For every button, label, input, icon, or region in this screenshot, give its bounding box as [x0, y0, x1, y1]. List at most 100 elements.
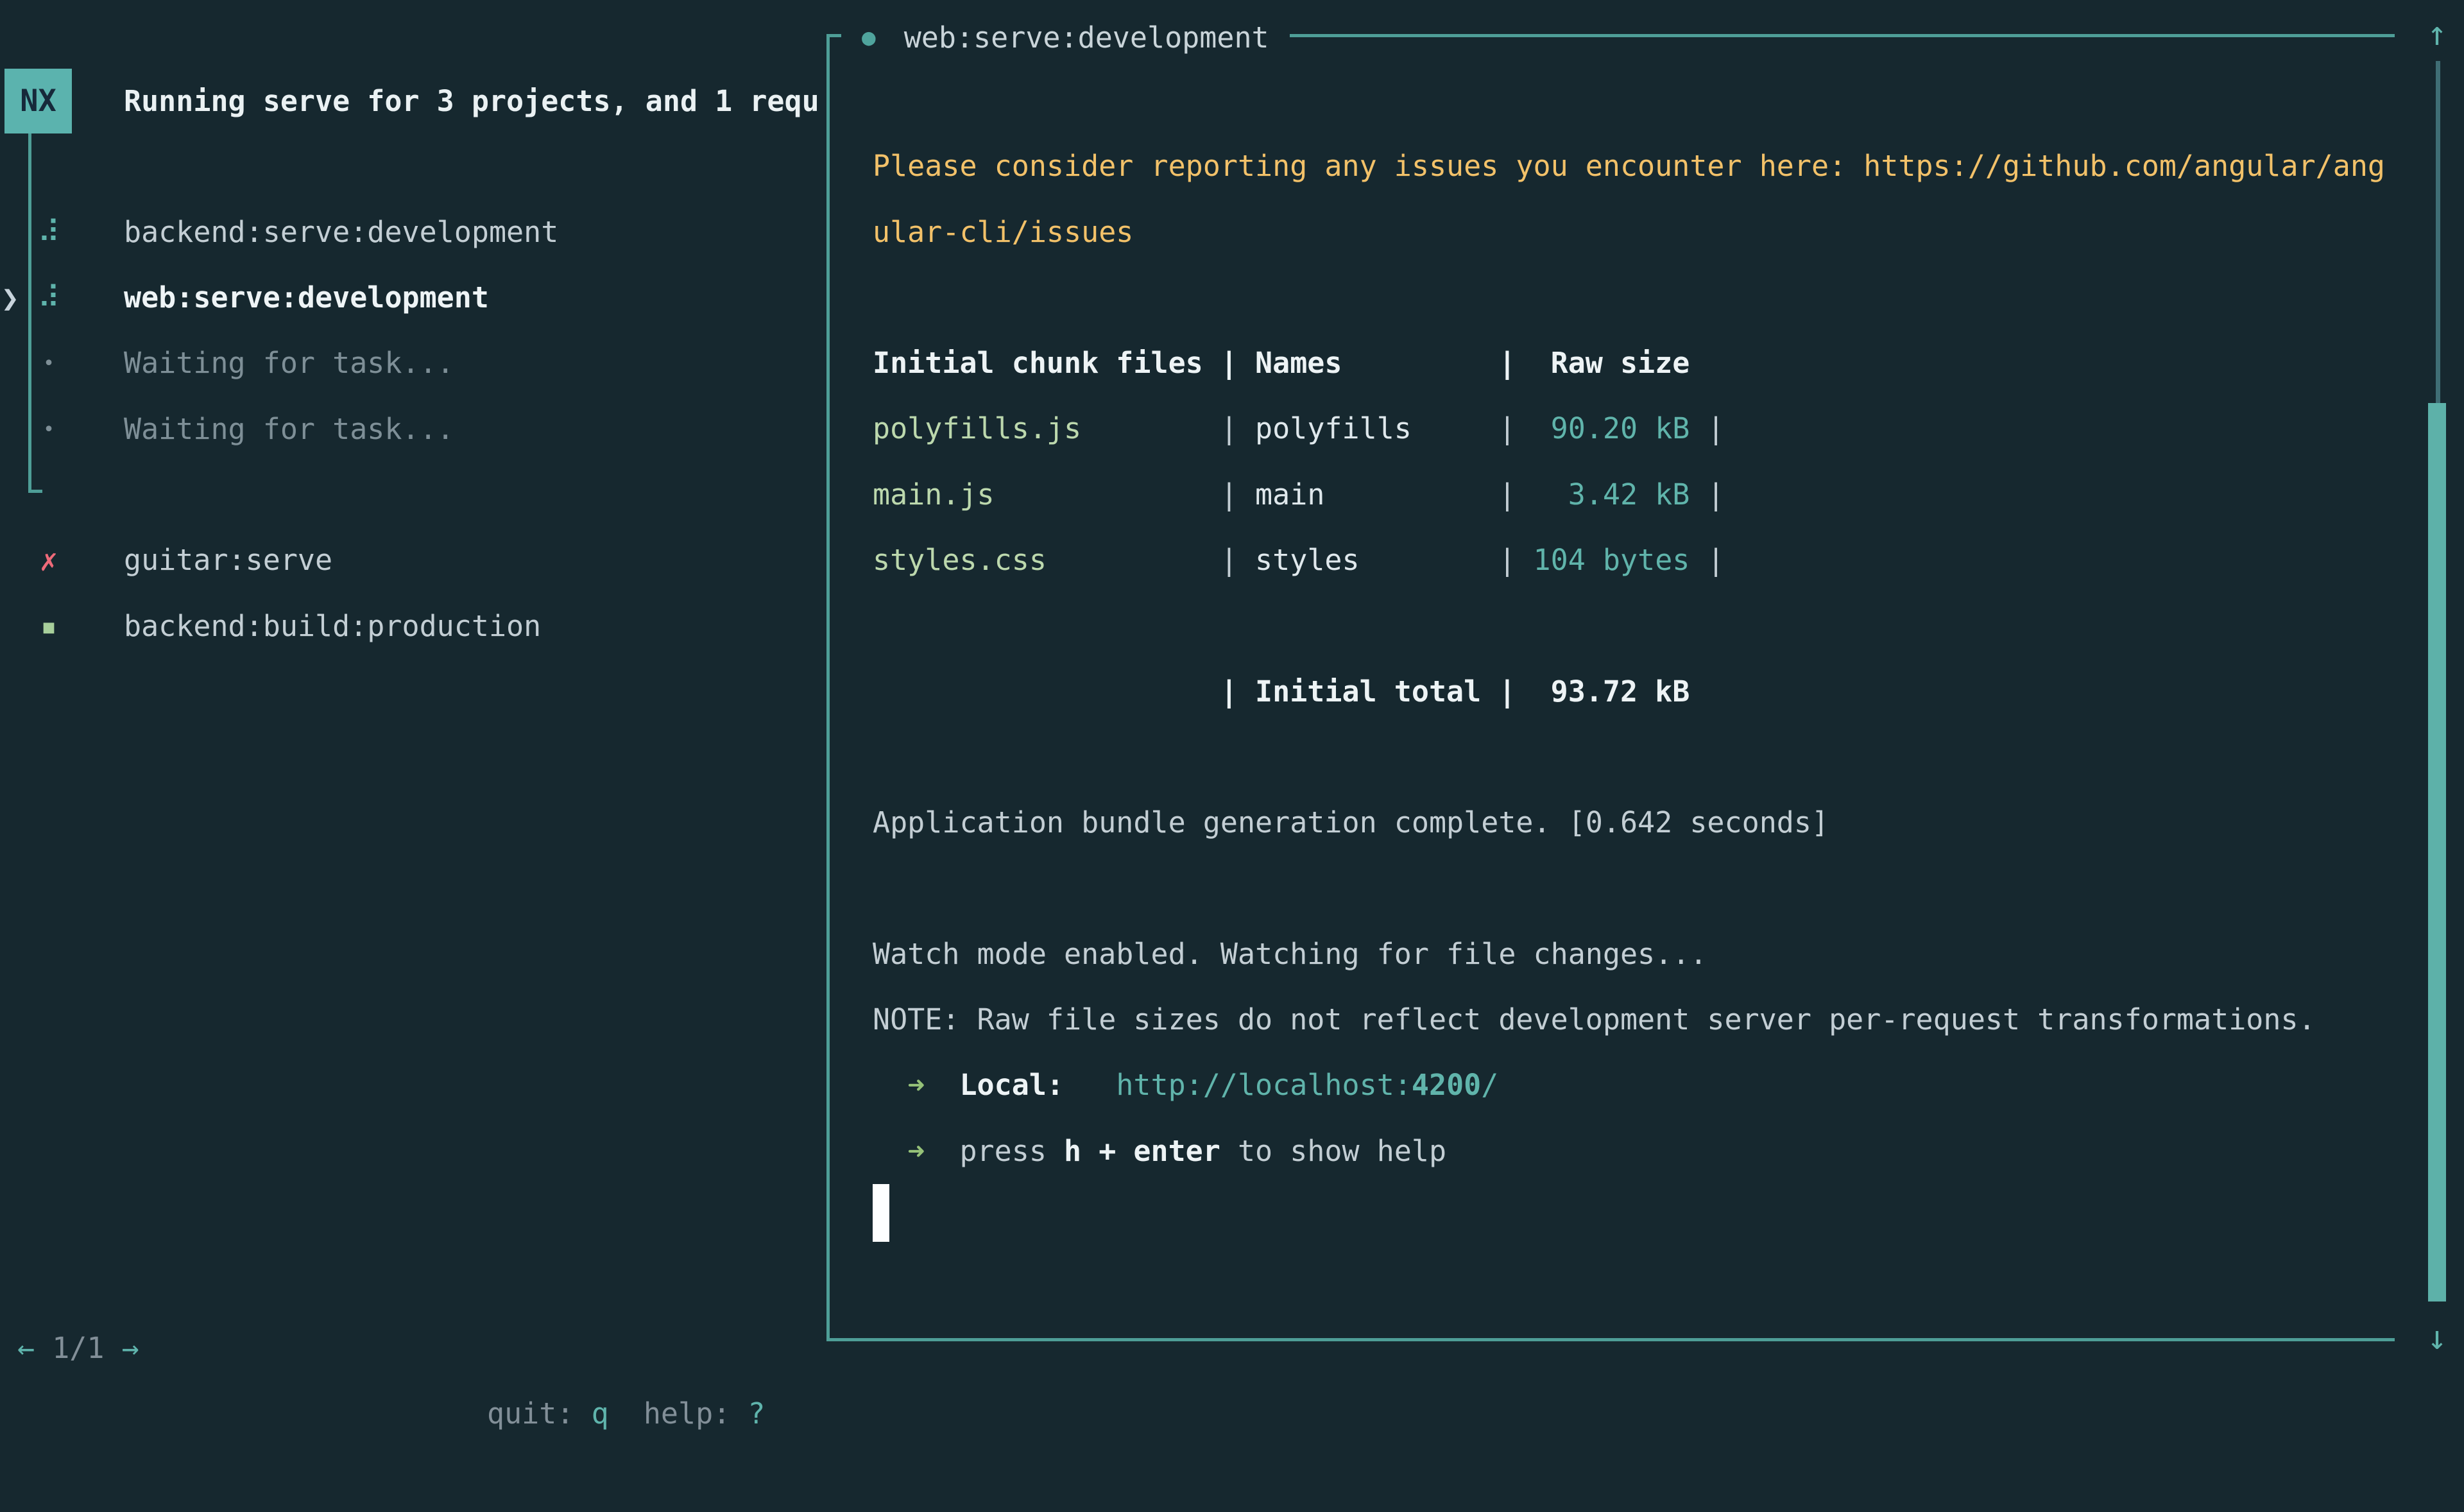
terminal-line	[873, 725, 2385, 790]
pager-next-icon[interactable]: →	[122, 1331, 139, 1365]
task-row-waiting-1[interactable]: • Waiting for task...	[0, 331, 826, 396]
terminal-line: Application bundle generation complete. …	[873, 790, 2385, 855]
terminal-line: Please consider reporting any issues you…	[873, 133, 2385, 199]
sidebar-footer: ← 1/1 → quit: q help: ?	[0, 1250, 826, 1316]
terminal-line: Initial chunk files | Names | Raw size	[873, 331, 2385, 396]
task-label: Waiting for task...	[124, 397, 454, 462]
terminal-text: |	[1047, 543, 1255, 577]
terminal-text	[925, 1068, 959, 1102]
pager: ← 1/1 →	[17, 1316, 139, 1381]
task-row-guitar-serve[interactable]: ✗ guitar:serve	[0, 528, 826, 593]
task-row-backend-build[interactable]: ■ backend:build:production	[0, 594, 826, 659]
terminal-line	[873, 68, 2385, 133]
terminal-line: styles.css | styles | 104 bytes |	[873, 528, 2385, 593]
terminal-text	[1064, 1068, 1116, 1102]
terminal-text: ular-cli/issues	[873, 215, 1133, 249]
terminal-text: main.js	[873, 477, 995, 511]
terminal-text: styles	[1255, 543, 1360, 577]
terminal-line: | Initial total | 93.72 kB	[873, 659, 2385, 725]
terminal-text: 3.42 kB	[1568, 477, 1690, 511]
spinner-icon: ⠼	[32, 265, 65, 331]
terminal-text: |	[995, 477, 1255, 511]
keyboard-shortcuts: quit: q help: ?	[487, 1381, 766, 1447]
terminal-text	[925, 1134, 959, 1168]
quit-label: quit:	[487, 1396, 574, 1430]
terminal-text: to show help	[1220, 1134, 1446, 1168]
localhost-url-link[interactable]: 4200	[1412, 1068, 1481, 1102]
terminal-text: ➜	[907, 1068, 925, 1102]
terminal-text: Watch mode enabled. Watching for file ch…	[873, 937, 1707, 971]
terminal-text: main	[1255, 477, 1324, 511]
task-output-panel: ●web:serve:development Please consider r…	[826, 34, 2395, 1341]
dot-icon: •	[32, 397, 65, 462]
terminal-text	[873, 1134, 907, 1168]
terminal-text: |	[1360, 543, 1534, 577]
scroll-up-icon[interactable]: ↑	[2417, 5, 2458, 63]
scrollbar-track[interactable]	[2436, 61, 2440, 404]
terminal-text: Application bundle generation complete. …	[873, 805, 1829, 839]
cached-square-icon: ■	[32, 594, 65, 659]
terminal-text: |	[1690, 543, 1724, 577]
scroll-down-icon[interactable]: ↓	[2417, 1309, 2458, 1367]
pager-prev-icon[interactable]: ←	[17, 1331, 35, 1365]
terminal-output: Please consider reporting any issues you…	[873, 68, 2385, 1250]
nx-tui-screen: NX Running serve for 3 projects, and 1 r…	[0, 0, 2464, 1386]
spinner-icon: ⠼	[32, 200, 65, 265]
terminal-cursor	[873, 1184, 889, 1242]
help-key: ?	[748, 1396, 765, 1430]
terminal-text: |	[1412, 411, 1551, 445]
terminal-line	[873, 265, 2385, 331]
dot-icon: •	[32, 331, 65, 396]
task-row-backend-serve[interactable]: ⠼ backend:serve:development	[0, 200, 826, 265]
terminal-text: 104 bytes	[1534, 543, 1690, 577]
terminal-line	[873, 593, 2385, 658]
terminal-text: Initial chunk files | Names | Raw size	[873, 346, 1690, 380]
selected-chevron-icon: ❯	[1, 265, 19, 331]
panel-title: ● web:serve:development	[841, 4, 1290, 70]
terminal-text: |	[1690, 411, 1724, 445]
terminal-text: ➜	[907, 1134, 925, 1168]
nx-logo: NX	[4, 69, 72, 133]
terminal-line: ular-cli/issues	[873, 200, 2385, 265]
panel-title-label: web:serve:development	[904, 21, 1269, 55]
terminal-text: polyfills	[1255, 411, 1412, 445]
localhost-url-link[interactable]: http://localhost:	[1116, 1068, 1412, 1102]
app-title: Running serve for 3 projects, and 1 requ	[124, 69, 822, 133]
terminal-text: |	[1690, 477, 1724, 511]
failed-cross-icon: ✗	[32, 528, 65, 593]
terminal-text: polyfills.js	[873, 411, 1081, 445]
terminal-line: Watch mode enabled. Watching for file ch…	[873, 922, 2385, 987]
task-sidebar: NX Running serve for 3 projects, and 1 r…	[0, 0, 826, 1386]
task-row-web-serve[interactable]: ❯ ⠼ web:serve:development	[0, 265, 826, 331]
terminal-text: |	[1324, 477, 1568, 511]
task-label: backend:serve:development	[124, 200, 558, 265]
localhost-url-link[interactable]: /	[1481, 1068, 1498, 1102]
terminal-text: h + enter	[1064, 1134, 1220, 1168]
quit-key: q	[592, 1396, 609, 1430]
terminal-text: Local:	[959, 1068, 1064, 1102]
terminal-text: Please consider reporting any issues you…	[873, 149, 2385, 183]
task-label: backend:build:production	[124, 594, 541, 659]
terminal-text: NOTE: Raw file sizes do not reflect deve…	[873, 1002, 2316, 1036]
terminal-text	[873, 1068, 907, 1102]
terminal-line: ➜ Local: http://localhost:4200/	[873, 1052, 2385, 1118]
running-status-dot-icon: ●	[862, 24, 876, 51]
terminal-line: ➜ press h + enter to show help	[873, 1119, 2385, 1184]
terminal-line	[873, 856, 2385, 922]
terminal-text: | Initial total | 93.72 kB	[873, 674, 1690, 709]
help-label: help:	[644, 1396, 730, 1430]
terminal-text: |	[1081, 411, 1255, 445]
terminal-line	[873, 1184, 2385, 1250]
terminal-text: styles.css	[873, 543, 1047, 577]
terminal-text: 90.20 kB	[1551, 411, 1690, 445]
task-label: web:serve:development	[124, 265, 489, 331]
pager-label: 1/1	[52, 1331, 104, 1365]
task-label: guitar:serve	[124, 528, 332, 593]
terminal-text: press	[959, 1134, 1064, 1168]
task-label: Waiting for task...	[124, 331, 454, 396]
terminal-line: polyfills.js | polyfills | 90.20 kB |	[873, 396, 2385, 461]
terminal-line: NOTE: Raw file sizes do not reflect deve…	[873, 987, 2385, 1052]
scrollbar-thumb[interactable]	[2428, 403, 2446, 1302]
task-row-waiting-2[interactable]: • Waiting for task...	[0, 397, 826, 462]
terminal-line: main.js | main | 3.42 kB |	[873, 462, 2385, 528]
